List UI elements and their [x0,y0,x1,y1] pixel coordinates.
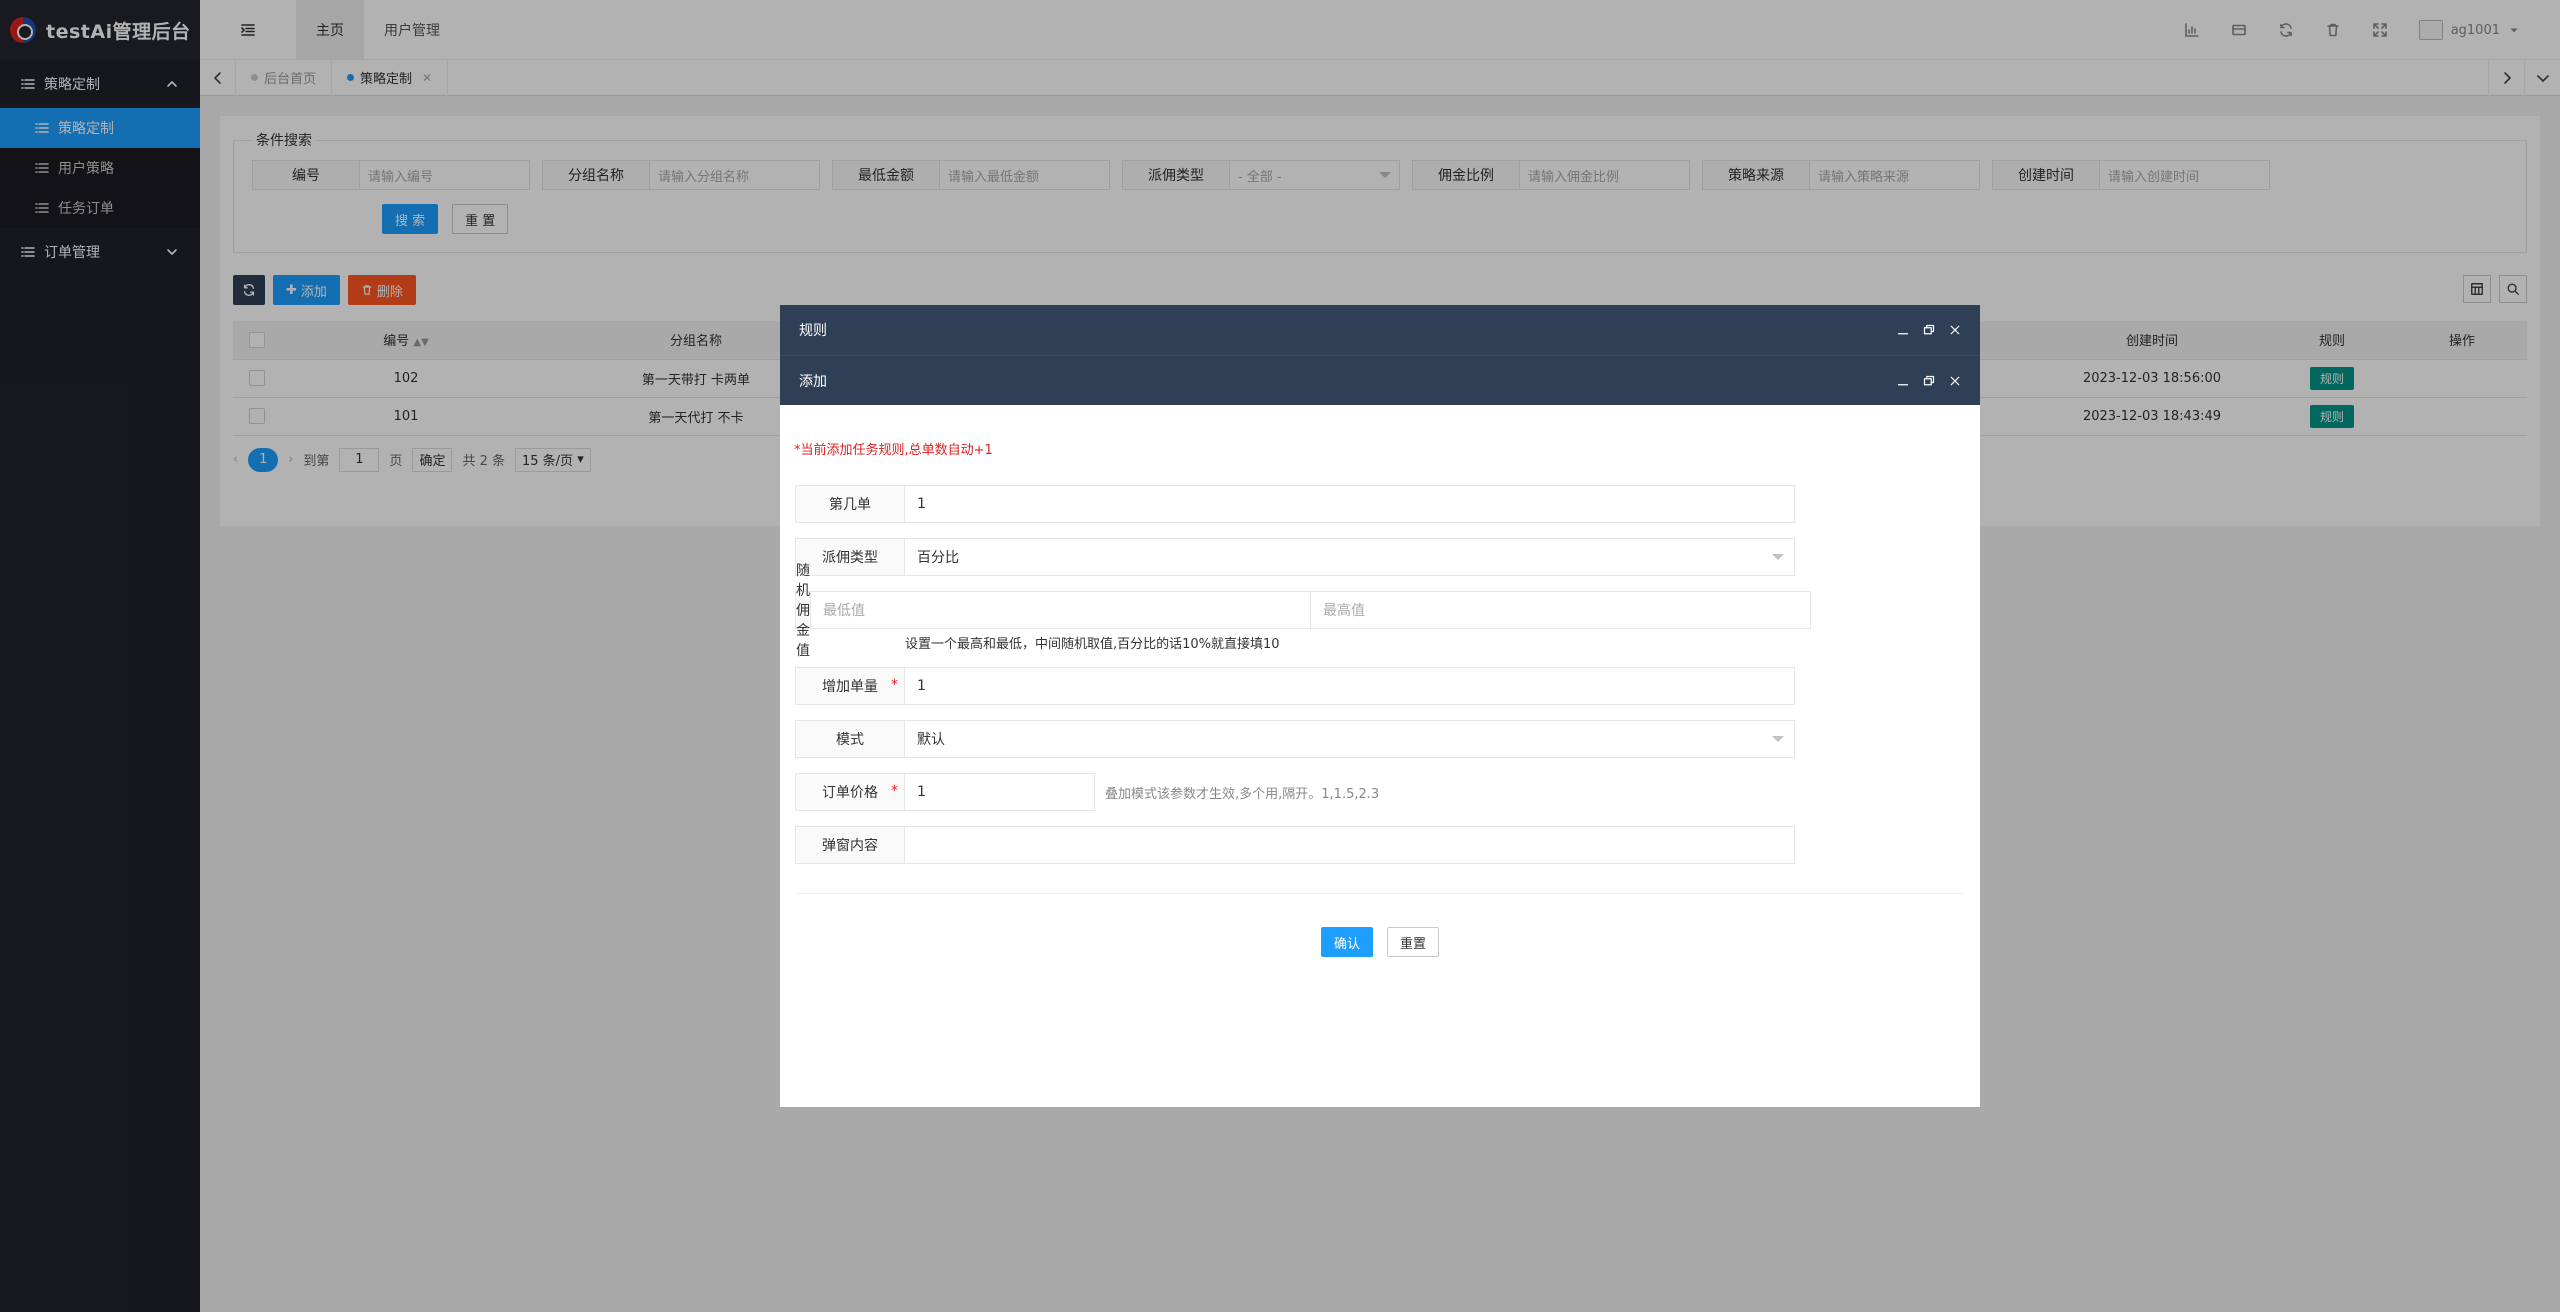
label-text: 弹窗内容 [822,838,878,854]
field-label: 派佣类型 [795,538,905,576]
dialog-divider [795,893,1965,894]
field-label: 增加单量 * [795,667,905,705]
caret-down-icon [1772,736,1784,742]
field-label: 订单价格 * [795,773,905,811]
add-rule-form: 第几单 1 派佣类型 百分比 随机佣金值 最低值 最高值 设置一个最高和最低，中… [795,485,1811,879]
field-label: 模式 [795,720,905,758]
label-text: 增加单量 [822,679,878,695]
label-text: 订单价格 [822,785,878,801]
random-commission-hint: 设置一个最高和最低，中间随机取值,百分比的话10%就直接填10 [905,637,1280,652]
min-value-input[interactable]: 最低值 [811,591,1311,629]
field-order-price: 订单价格 * 1 叠加模式该参数才生效,多个用,隔开。1,1.5,2.3 [795,773,1795,811]
inner-dialog-titlebar: 添加 [780,355,1980,405]
label-text: 派佣类型 [822,550,878,566]
field-label: 弹窗内容 [795,826,905,864]
inner-dialog-title: 添加 [799,373,827,390]
field-order-no: 第几单 1 [795,485,1795,523]
outer-dialog-title: 规则 [799,323,827,339]
field-popup-content: 弹窗内容 [795,826,1795,864]
field-label: 第几单 [795,485,905,523]
add-qty-input[interactable]: 1 [905,667,1795,705]
minimize-icon[interactable] [1896,323,1910,337]
outer-dialog-titlebar: 规则 [780,305,1980,355]
add-rule-dialog: *当前添加任务规则,总单数自动+1 第几单 1 派佣类型 百分比 随机佣金值 最… [780,405,1980,1107]
confirm-button[interactable]: 确认 [1320,927,1373,957]
caret-down-icon [1772,554,1784,560]
order-no-input[interactable]: 1 [905,485,1795,523]
required-mark: * [891,677,898,693]
close-icon[interactable] [1948,374,1962,388]
order-price-hint: 叠加模式该参数才生效,多个用,隔开。1,1.5,2.3 [1105,786,1380,802]
field-label: 随机佣金值 [795,563,811,659]
select-value: 默认 [917,732,945,748]
dialog-reset-button[interactable]: 重置 [1387,927,1440,957]
label-text: 随机佣金值 [796,563,810,659]
field-commission-type: 派佣类型 百分比 [795,538,1795,576]
minimize-icon[interactable] [1896,374,1910,388]
dialog-notice: *当前添加任务规则,总单数自动+1 [794,443,993,458]
mode-select[interactable]: 默认 [905,720,1795,758]
required-mark: * [891,783,898,799]
label-text: 模式 [836,732,864,748]
close-icon[interactable] [1948,323,1962,337]
popup-content-input[interactable] [905,826,1795,864]
label-text: 第几单 [829,497,871,513]
commission-type-select[interactable]: 百分比 [905,538,1795,576]
restore-icon[interactable] [1922,374,1936,388]
select-value: 百分比 [917,550,959,566]
field-random-commission: 随机佣金值 最低值 最高值 设置一个最高和最低，中间随机取值,百分比的话10%就… [795,563,1811,659]
max-value-input[interactable]: 最高值 [1311,591,1811,629]
field-mode: 模式 默认 [795,720,1795,758]
order-price-input[interactable]: 1 [905,773,1095,811]
field-add-qty: 增加单量 * 1 [795,667,1795,705]
restore-icon[interactable] [1922,323,1936,337]
